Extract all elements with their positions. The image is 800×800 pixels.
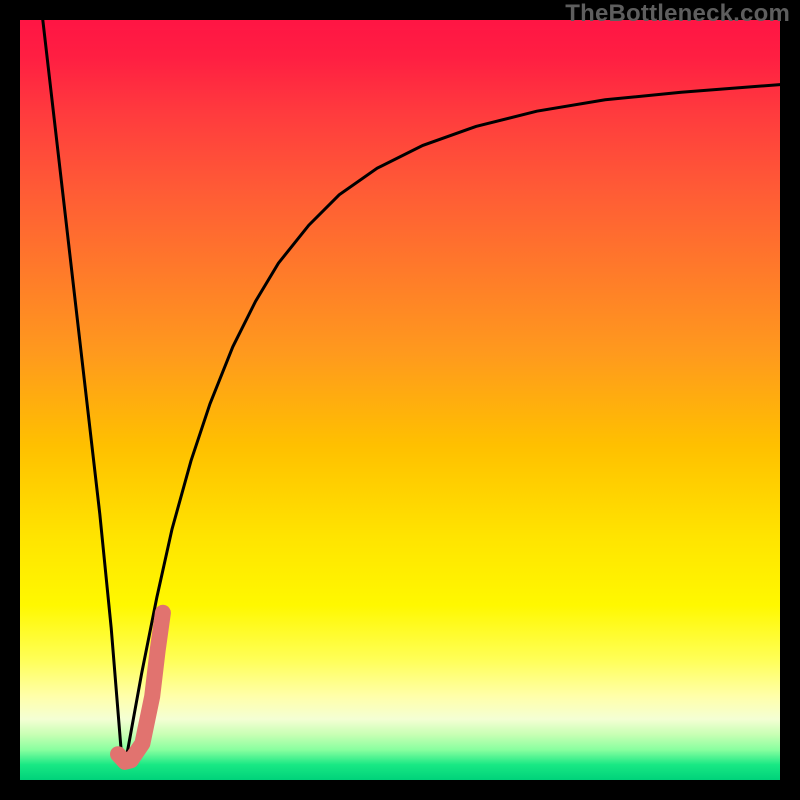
- chart-left-branch: [43, 20, 121, 750]
- chart-curves: [20, 20, 780, 780]
- chart-frame: TheBottleneck.com: [0, 0, 800, 800]
- watermark-text: TheBottleneck.com: [565, 0, 790, 28]
- chart-right-branch: [126, 85, 780, 758]
- chart-plot-area: [20, 20, 780, 780]
